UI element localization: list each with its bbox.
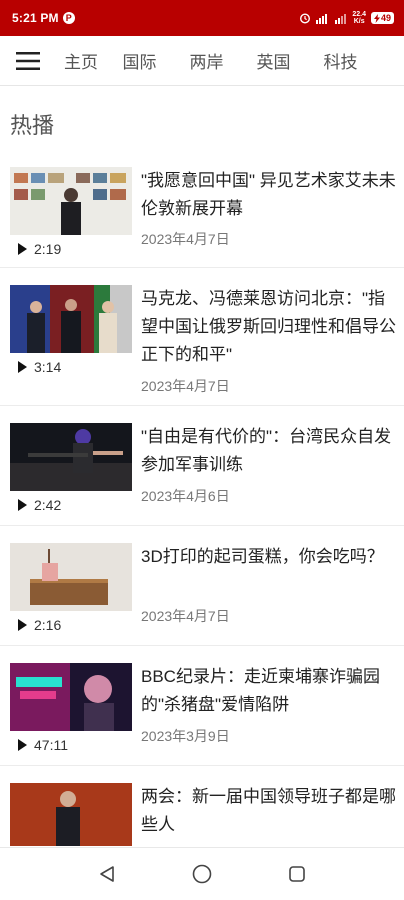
publish-date: 2023年4月6日: [141, 488, 230, 504]
video-duration: 2:19: [18, 241, 61, 257]
network-speed-value: 22.4: [352, 11, 366, 18]
list-item[interactable]: 2:19 "我愿意回中国" 异见艺术家艾未未伦敦新展开幕 2023年4月7日: [0, 150, 404, 268]
list-item[interactable]: 2:16 3D打印的起司蛋糕，你会吃吗？ 2023年4月7日: [0, 526, 404, 646]
video-duration: 2:42: [18, 497, 61, 513]
duration-text: 2:16: [34, 617, 62, 633]
duration-text: 2:42: [34, 497, 62, 513]
tab-home[interactable]: 主页: [56, 48, 106, 73]
video-thumbnail[interactable]: [10, 543, 132, 611]
recents-button[interactable]: [277, 854, 317, 894]
video-duration: 3:14: [18, 359, 61, 375]
nav-tabs: 主页 国际 两岸 英国 科技: [56, 48, 374, 73]
play-icon: [18, 739, 27, 751]
video-title[interactable]: 马克龙、冯德莱恩访问北京："指望中国让俄罗斯回归理性和倡导公正下的和平": [141, 285, 397, 369]
video-list: 2:19 "我愿意回中国" 异见艺术家艾未未伦敦新展开幕 2023年4月7日 3…: [0, 150, 404, 846]
video-title[interactable]: BBC纪录片：走近柬埔寨诈骗园的"杀猪盘"爱情陷阱: [141, 663, 397, 719]
charging-icon: [373, 13, 380, 23]
network-speed-unit: K/s: [353, 18, 365, 25]
top-nav-bar: 主页 国际 两岸 英国 科技: [0, 36, 404, 86]
duration-text: 2:19: [34, 241, 62, 257]
status-bar: 5:21 PM P 22.4 K/s 49: [0, 0, 404, 36]
section-title: 热播: [10, 113, 55, 138]
video-duration: 2:16: [18, 617, 61, 633]
app-notification-icon: P: [62, 12, 75, 24]
play-icon: [18, 619, 27, 631]
back-button[interactable]: [87, 854, 127, 894]
tab-cross-strait[interactable]: 两岸: [173, 48, 240, 73]
home-button[interactable]: [182, 854, 222, 894]
duration-text: 47:11: [34, 737, 68, 753]
battery-indicator: 49: [370, 12, 394, 24]
alarm-icon: [300, 13, 311, 24]
tab-technology[interactable]: 科技: [307, 48, 374, 73]
video-thumbnail[interactable]: [10, 285, 132, 353]
play-icon: [18, 361, 27, 373]
status-icons: 22.4 K/s 49: [299, 11, 394, 25]
signal-2-icon: [335, 14, 347, 24]
hamburger-menu-icon: [16, 51, 40, 70]
video-title[interactable]: "自由是有代价的"：台湾民众自发参加军事训练: [141, 423, 397, 479]
publish-date: 2023年4月7日: [141, 608, 230, 624]
video-duration: 47:11: [18, 737, 68, 753]
video-title[interactable]: 两会：新一届中国领导班子都是哪些人: [141, 783, 397, 839]
publish-date: 2023年4月7日: [141, 231, 230, 247]
tab-uk[interactable]: 英国: [240, 48, 307, 73]
list-item[interactable]: 2:42 "自由是有代价的"：台湾民众自发参加军事训练 2023年4月6日: [0, 406, 404, 526]
status-time: 5:21 PM: [12, 11, 59, 25]
tab-international[interactable]: 国际: [106, 48, 173, 73]
play-icon: [18, 499, 27, 511]
video-thumbnail[interactable]: [10, 423, 132, 491]
system-navigation-bar: [0, 847, 404, 900]
network-speed: 22.4 K/s: [352, 11, 366, 25]
video-title[interactable]: "我愿意回中国" 异见艺术家艾未未伦敦新展开幕: [141, 167, 397, 223]
video-thumbnail[interactable]: [10, 783, 132, 846]
publish-date: 2023年4月7日: [141, 378, 230, 394]
battery-level: 49: [380, 13, 391, 23]
publish-date: 2023年3月9日: [141, 728, 230, 744]
video-thumbnail[interactable]: [10, 167, 132, 235]
list-item[interactable]: 3:14 马克龙、冯德莱恩访问北京："指望中国让俄罗斯回归理性和倡导公正下的和平…: [0, 268, 404, 406]
video-thumbnail[interactable]: [10, 663, 132, 731]
video-title[interactable]: 3D打印的起司蛋糕，你会吃吗？: [141, 543, 397, 571]
list-item[interactable]: 两会：新一届中国领导班子都是哪些人: [0, 766, 404, 846]
home-circle-icon: [192, 864, 212, 884]
recents-square-icon: [288, 866, 305, 882]
back-triangle-icon: [100, 866, 115, 882]
signal-icon: [316, 14, 328, 24]
duration-text: 3:14: [34, 359, 62, 375]
play-icon: [18, 243, 27, 255]
list-item[interactable]: 47:11 BBC纪录片：走近柬埔寨诈骗园的"杀猪盘"爱情陷阱 2023年3月9…: [0, 646, 404, 766]
menu-button[interactable]: [0, 36, 56, 86]
